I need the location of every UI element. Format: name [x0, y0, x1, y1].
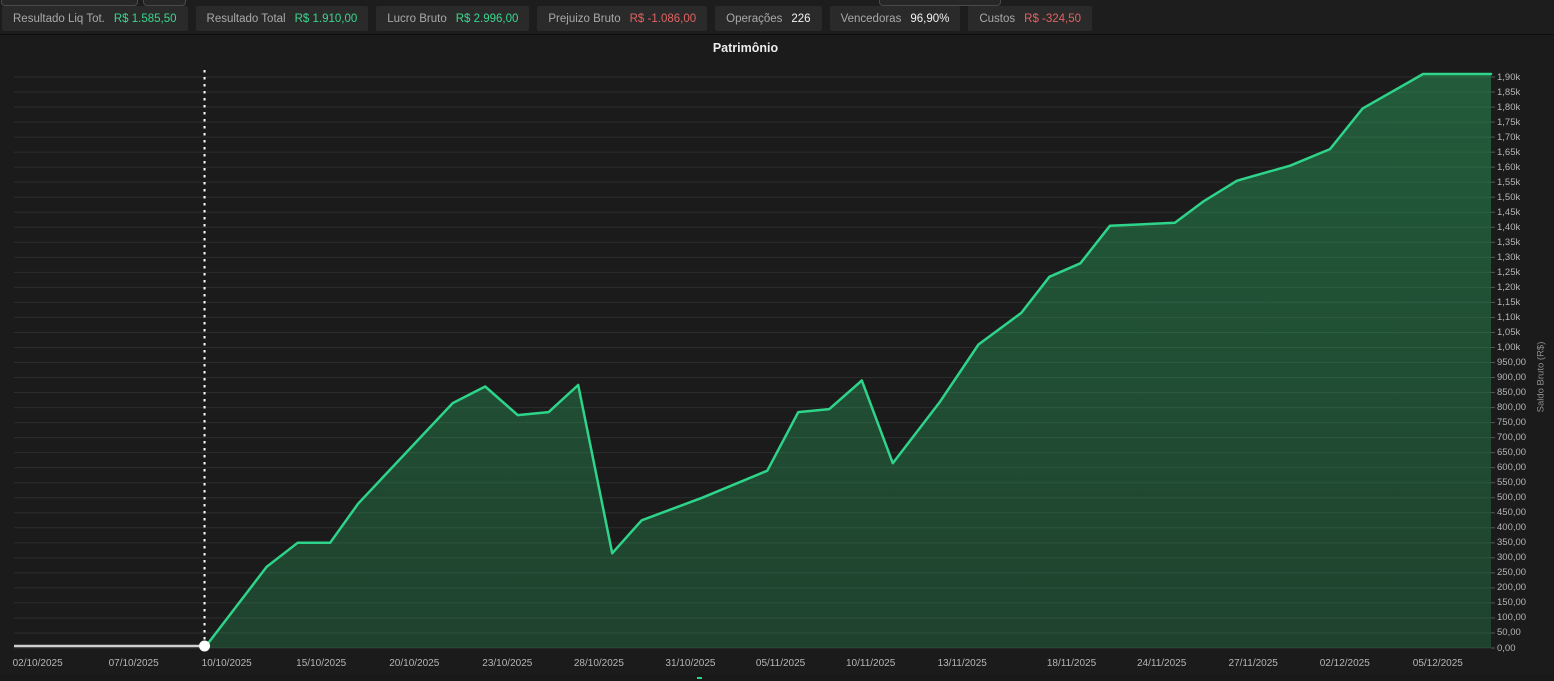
stat-value: R$ 1.910,00: [295, 13, 358, 25]
stat-label: Resultado Liq Tot.: [13, 13, 105, 25]
stat-custos: Custos R$ -324,50: [968, 6, 1092, 31]
stat-label: Custos: [979, 13, 1015, 25]
stat-vencedoras: Vencedoras 96,90%: [830, 6, 961, 31]
chart-title: Patrimônio: [0, 41, 1491, 55]
stat-value: 96,90%: [910, 13, 949, 25]
scroll-indicator-tick: [697, 677, 702, 679]
stat-prejuizo-bruto: Prejuizo Bruto R$ -1.086,00: [537, 6, 707, 31]
stat-value: R$ -324,50: [1024, 13, 1081, 25]
stat-resultado-total: Resultado Total R$ 1.910,00: [196, 6, 369, 31]
stat-value: R$ 1.585,50: [114, 13, 177, 25]
stat-value: R$ 2.996,00: [456, 13, 519, 25]
stat-label: Operações: [726, 13, 782, 25]
stats-row: Resultado Liq Tot. R$ 1.585,50 Resultado…: [2, 6, 1092, 31]
stat-resultado-liq-tot: Resultado Liq Tot. R$ 1.585,50: [2, 6, 188, 31]
chart-plot-area[interactable]: [0, 0, 1554, 681]
bottom-strip: [0, 674, 1554, 681]
stat-label: Prejuizo Bruto: [548, 13, 620, 25]
stat-label: Vencedoras: [841, 13, 902, 25]
stat-operacoes: Operações 226: [715, 6, 821, 31]
stat-value: 226: [791, 13, 810, 25]
stat-label: Lucro Bruto: [387, 13, 446, 25]
stats-bar: Resultado Liq Tot. R$ 1.585,50 Resultado…: [0, 0, 1554, 35]
stat-value: R$ -1.086,00: [630, 13, 697, 25]
stat-lucro-bruto: Lucro Bruto R$ 2.996,00: [376, 6, 529, 31]
stat-label: Resultado Total: [207, 13, 286, 25]
y-axis-title: Saldo Bruto (R$): [1536, 342, 1547, 413]
